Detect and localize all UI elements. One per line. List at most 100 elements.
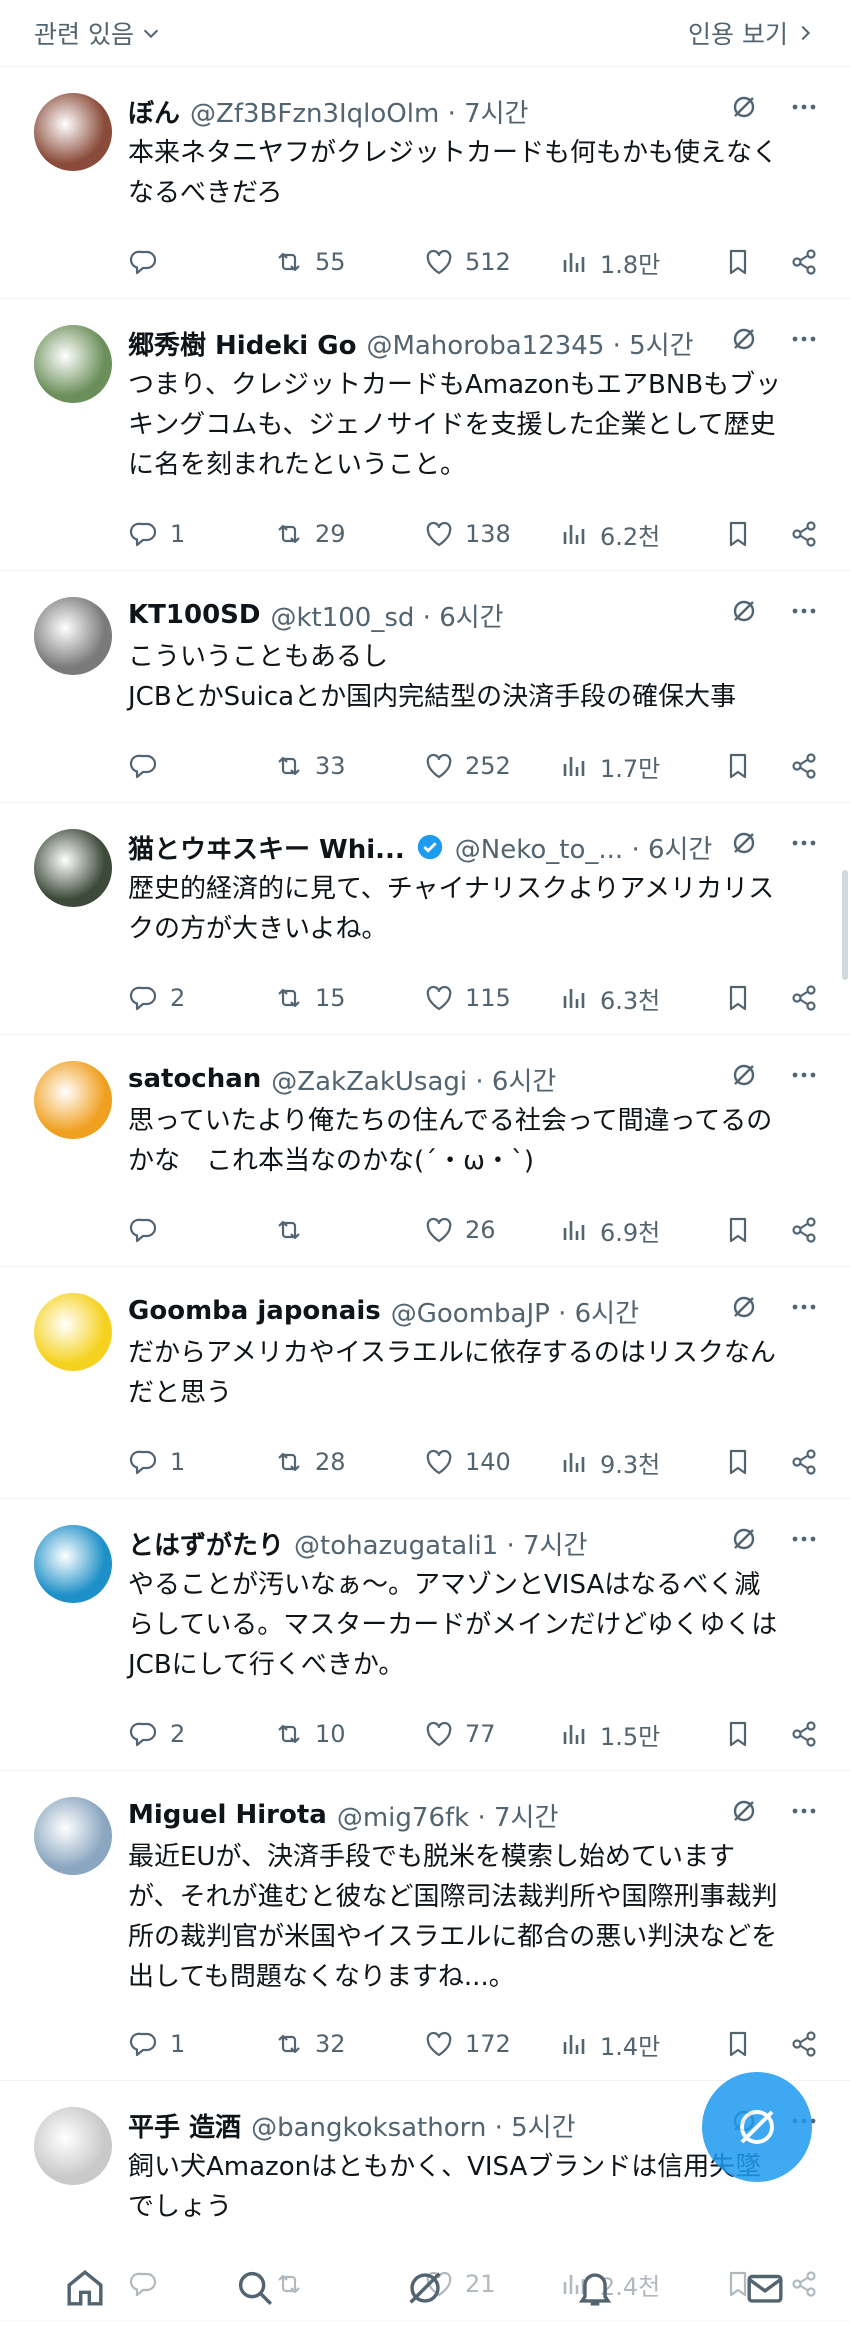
- author-name[interactable]: Miguel Hirota: [128, 1800, 327, 1830]
- retweet-button[interactable]: 33: [273, 750, 423, 782]
- grok-nav-icon[interactable]: [402, 2265, 448, 2311]
- like-button[interactable]: 512: [423, 246, 558, 278]
- reply-button[interactable]: [128, 246, 273, 278]
- share-button[interactable]: [788, 246, 820, 278]
- like-button[interactable]: 172: [423, 2028, 558, 2060]
- author-handle[interactable]: @tohazugatali1 · 7시간: [294, 1525, 587, 1562]
- reply-button[interactable]: [128, 1214, 273, 1246]
- avatar[interactable]: [34, 1061, 112, 1139]
- grok-icon[interactable]: [728, 595, 760, 627]
- compose-fab-button[interactable]: [702, 2072, 812, 2182]
- author-name[interactable]: KT100SD: [128, 600, 260, 630]
- reply-button[interactable]: 1: [128, 2028, 273, 2060]
- notifications-icon[interactable]: [572, 2265, 618, 2311]
- views-button[interactable]: 9.3천: [558, 1445, 698, 1480]
- share-button[interactable]: [788, 2028, 820, 2060]
- retweet-button[interactable]: 15: [273, 982, 423, 1014]
- messages-icon[interactable]: [742, 2265, 788, 2311]
- author-handle[interactable]: @Zf3BFzn3IqloOlm · 7시간: [190, 93, 528, 130]
- author-handle[interactable]: @Neko_to_... · 6시간: [455, 829, 713, 866]
- more-icon[interactable]: [788, 827, 820, 859]
- grok-icon[interactable]: [728, 1291, 760, 1323]
- tweet[interactable]: 郷秀樹 Hideki Go @Mahoroba12345 · 5시간 つまり、クレジ…: [0, 299, 850, 571]
- bookmark-button[interactable]: [722, 518, 754, 550]
- more-icon[interactable]: [788, 91, 820, 123]
- avatar[interactable]: [34, 325, 112, 403]
- more-icon[interactable]: [788, 1523, 820, 1555]
- author-handle[interactable]: @kt100_sd · 6시간: [270, 597, 503, 634]
- more-icon[interactable]: [788, 595, 820, 627]
- author-name[interactable]: 猫とウヰスキー Whi...: [128, 829, 405, 866]
- author-handle[interactable]: @GoombaJP · 6시간: [391, 1293, 639, 1330]
- bookmark-button[interactable]: [722, 1446, 754, 1478]
- avatar[interactable]: [34, 2107, 112, 2185]
- like-button[interactable]: 252: [423, 750, 558, 782]
- reply-button[interactable]: [128, 750, 273, 782]
- bookmark-button[interactable]: [722, 2028, 754, 2060]
- share-button[interactable]: [788, 982, 820, 1014]
- more-icon[interactable]: [788, 1059, 820, 1091]
- retweet-button[interactable]: 28: [273, 1446, 423, 1478]
- tweet[interactable]: KT100SD @kt100_sd · 6시간 こういうこともあるし JCBとかSu…: [0, 571, 850, 803]
- like-button[interactable]: 140: [423, 1446, 558, 1478]
- like-button[interactable]: 26: [423, 1214, 558, 1246]
- author-name[interactable]: ぼん: [128, 93, 180, 130]
- more-icon[interactable]: [788, 1795, 820, 1827]
- avatar[interactable]: [34, 597, 112, 675]
- tweet[interactable]: ぼん @Zf3BFzn3IqloOlm · 7시간 本来ネタニヤフがクレジットカード…: [0, 67, 850, 299]
- more-icon[interactable]: [788, 1291, 820, 1323]
- grok-icon[interactable]: [728, 1795, 760, 1827]
- author-handle[interactable]: @bangkoksathorn · 5시간: [251, 2107, 575, 2144]
- tweet[interactable]: Miguel Hirota @mig76fk · 7시간 最近EUが、決済手段でも脱…: [0, 1771, 850, 2081]
- grok-icon[interactable]: [728, 323, 760, 355]
- retweet-button[interactable]: 32: [273, 2028, 423, 2060]
- bookmark-button[interactable]: [722, 1214, 754, 1246]
- avatar[interactable]: [34, 1797, 112, 1875]
- like-button[interactable]: 115: [423, 982, 558, 1014]
- author-name[interactable]: とはずがたり: [128, 1525, 284, 1562]
- tweet[interactable]: Goomba japonais @GoombaJP · 6시간 だからアメリカやイス…: [0, 1267, 850, 1499]
- author-handle[interactable]: @mig76fk · 7시간: [337, 1797, 559, 1834]
- tweet[interactable]: 猫とウヰスキー Whi... @Neko_to_... · 6시간 歴史的経済的に見…: [0, 803, 850, 1035]
- bookmark-button[interactable]: [722, 982, 754, 1014]
- retweet-button[interactable]: [273, 1214, 423, 1246]
- views-button[interactable]: 1.5만: [558, 1717, 698, 1752]
- avatar[interactable]: [34, 1293, 112, 1371]
- author-handle[interactable]: @ZakZakUsagi · 6시간: [271, 1061, 556, 1098]
- author-name[interactable]: satochan: [128, 1064, 261, 1094]
- bookmark-button[interactable]: [722, 246, 754, 278]
- views-button[interactable]: 1.4만: [558, 2027, 698, 2062]
- scrollbar[interactable]: [842, 870, 848, 980]
- grok-icon[interactable]: [728, 1059, 760, 1091]
- avatar[interactable]: [34, 1525, 112, 1603]
- avatar[interactable]: [34, 93, 112, 171]
- view-quotes-link[interactable]: 인용 보기: [688, 15, 816, 51]
- share-button[interactable]: [788, 1214, 820, 1246]
- reply-button[interactable]: 1: [128, 518, 273, 550]
- reply-button[interactable]: 2: [128, 1718, 273, 1750]
- retweet-button[interactable]: 10: [273, 1718, 423, 1750]
- views-button[interactable]: 6.9천: [558, 1213, 698, 1248]
- views-button[interactable]: 1.8만: [558, 245, 698, 280]
- author-name[interactable]: Goomba japonais: [128, 1296, 381, 1326]
- share-button[interactable]: [788, 750, 820, 782]
- tweet[interactable]: satochan @ZakZakUsagi · 6시간 思っていたより俺たちの住んで…: [0, 1035, 850, 1267]
- search-icon[interactable]: [232, 2265, 278, 2311]
- author-name[interactable]: 平手 造酒: [128, 2107, 241, 2144]
- grok-icon[interactable]: [728, 1523, 760, 1555]
- tweet[interactable]: とはずがたり @tohazugatali1 · 7시간 やることが汚いなぁ〜。アマゾ…: [0, 1499, 850, 1771]
- reply-button[interactable]: 2: [128, 982, 273, 1014]
- author-name[interactable]: 郷秀樹 Hideki Go: [128, 325, 356, 362]
- retweet-button[interactable]: 55: [273, 246, 423, 278]
- bookmark-button[interactable]: [722, 750, 754, 782]
- sort-relevant-button[interactable]: 관련 있음: [34, 15, 162, 51]
- share-button[interactable]: [788, 1718, 820, 1750]
- like-button[interactable]: 138: [423, 518, 558, 550]
- retweet-button[interactable]: 29: [273, 518, 423, 550]
- grok-icon[interactable]: [728, 827, 760, 859]
- grok-icon[interactable]: [728, 91, 760, 123]
- views-button[interactable]: 6.2천: [558, 517, 698, 552]
- avatar[interactable]: [34, 829, 112, 907]
- bookmark-button[interactable]: [722, 1718, 754, 1750]
- like-button[interactable]: 77: [423, 1718, 558, 1750]
